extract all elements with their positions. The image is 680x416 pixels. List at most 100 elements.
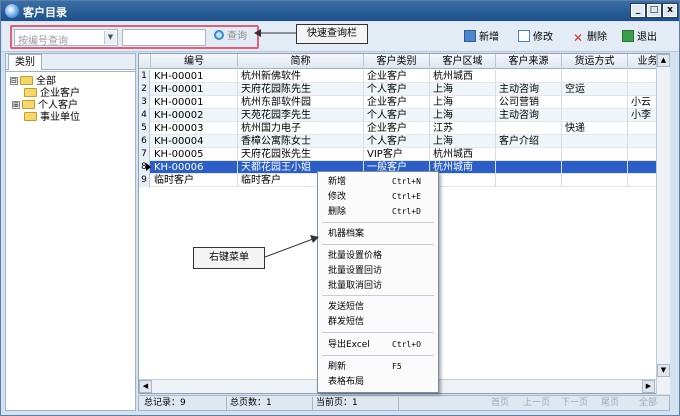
cell-region[interactable]	[430, 174, 496, 187]
cell-name[interactable]: 杭州东部软件园	[238, 96, 364, 109]
cell-source[interactable]: 主动咨询	[496, 109, 562, 122]
cell-source[interactable]	[496, 148, 562, 161]
next-page-link[interactable]: 下一页	[561, 397, 588, 410]
scroll-up-icon[interactable]: ▲	[657, 54, 670, 67]
cell-code[interactable]: KH-00006	[151, 161, 238, 174]
cell-region[interactable]: 上海	[430, 109, 496, 122]
cell-region[interactable]: 杭州城南	[430, 161, 496, 174]
delete-button[interactable]: ✕ 删除	[572, 30, 607, 46]
collapse-icon[interactable]: ⊟	[10, 77, 18, 85]
menu-item-export-excel[interactable]: 导出Excel Ctrl+O	[328, 339, 421, 351]
cell-category[interactable]: 个人客户	[364, 109, 430, 122]
cell-code[interactable]: KH-00004	[151, 135, 238, 148]
menu-item-table-layout[interactable]: 表格布局	[328, 376, 364, 388]
cell-shipping[interactable]	[562, 174, 628, 187]
cell-category[interactable]: 个人客户	[364, 135, 430, 148]
table-row[interactable]: 1 KH-00001 杭州新佛软件 企业客户 杭州城西	[139, 70, 669, 83]
cell-shipping[interactable]: 快递	[562, 122, 628, 135]
expand-icon[interactable]: ⊞	[12, 101, 20, 109]
cell-code[interactable]: KH-00003	[151, 122, 238, 135]
column-header-name[interactable]: 简称	[238, 54, 364, 69]
menu-item-batch-price[interactable]: 批量设置价格	[328, 250, 382, 262]
cell-category[interactable]: 企业客户	[364, 96, 430, 109]
cell-region[interactable]: 杭州城西	[430, 148, 496, 161]
table-row[interactable]: 2 KH-00001 天府花园陈先生 个人客户 上海 主动咨询 空运	[139, 83, 669, 96]
table-row[interactable]: 7 KH-00005 天府花园张先生 VIP客户 杭州城西	[139, 148, 669, 161]
tree-node-personal[interactable]: ⊞ 个人客户	[12, 100, 78, 112]
column-header-category[interactable]: 客户类别	[364, 54, 430, 69]
cell-name[interactable]: 香樟公寓陈女士	[238, 135, 364, 148]
cell-name[interactable]: 杭州新佛软件	[238, 70, 364, 83]
tree-node-institution[interactable]: 事业单位	[24, 112, 80, 124]
cell-region[interactable]: 上海	[430, 83, 496, 96]
tree-node-enterprise[interactable]: 企业客户	[24, 88, 80, 100]
cell-region[interactable]: 江苏	[430, 122, 496, 135]
cell-shipping[interactable]	[562, 109, 628, 122]
tree-node-all[interactable]: ⊟ 全部	[10, 76, 56, 88]
table-row[interactable]: 5 KH-00003 杭州国力电子 企业客户 江苏 快递	[139, 122, 669, 135]
menu-item-delete[interactable]: 删除 Ctrl+D	[328, 206, 421, 218]
column-header-region[interactable]: 客户区域	[430, 54, 496, 69]
cell-category[interactable]: 个人客户	[364, 83, 430, 96]
maximize-button[interactable]: □	[646, 3, 662, 18]
menu-item-edit[interactable]: 修改 Ctrl+E	[328, 191, 421, 203]
close-button[interactable]: x	[662, 3, 678, 18]
chevron-down-icon[interactable]: ▼	[104, 31, 116, 44]
cell-code[interactable]: KH-00001	[151, 83, 238, 96]
cell-category[interactable]: 企业客户	[364, 122, 430, 135]
menu-item-batch-followup[interactable]: 批量设置回访	[328, 265, 382, 277]
cell-code[interactable]: KH-00001	[151, 70, 238, 83]
cell-shipping[interactable]: 空运	[562, 83, 628, 96]
edit-button[interactable]: 修改	[518, 30, 553, 46]
cell-region[interactable]: 上海	[430, 96, 496, 109]
column-header-code[interactable]: 编号	[151, 54, 238, 69]
cell-shipping[interactable]	[562, 148, 628, 161]
cell-region[interactable]: 杭州城西	[430, 70, 496, 83]
minimize-button[interactable]: _	[630, 3, 646, 18]
menu-item-machine-file[interactable]: 机器档案	[328, 228, 364, 240]
cell-shipping[interactable]	[562, 135, 628, 148]
cell-source[interactable]	[496, 122, 562, 135]
cell-code[interactable]: KH-00002	[151, 109, 238, 122]
cell-source[interactable]: 主动咨询	[496, 83, 562, 96]
menu-item-refresh[interactable]: 刷新 F5	[328, 361, 402, 373]
table-row[interactable]: 6 KH-00004 香樟公寓陈女士 个人客户 上海 客户介绍	[139, 135, 669, 148]
menu-item-batch-cancel-followup[interactable]: 批量取消回访	[328, 280, 382, 292]
cell-source[interactable]	[496, 70, 562, 83]
last-page-link[interactable]: 尾页	[601, 397, 619, 410]
cell-category[interactable]: VIP客户	[364, 148, 430, 161]
exit-button[interactable]: 退出	[622, 30, 657, 46]
tab-category[interactable]: 类别	[8, 54, 42, 70]
vertical-scrollbar[interactable]: ▲ ▼	[656, 54, 670, 394]
table-row[interactable]: 4 KH-00002 天苑花园李先生 个人客户 上海 主动咨询 小李	[139, 109, 669, 122]
scroll-down-icon[interactable]: ▼	[657, 364, 670, 377]
cell-name[interactable]: 杭州国力电子	[238, 122, 364, 135]
cell-shipping[interactable]	[562, 96, 628, 109]
scroll-left-icon[interactable]: ◀	[139, 380, 152, 393]
title-bar[interactable]: 客户目录 _ □ x	[1, 1, 679, 21]
cell-shipping[interactable]	[562, 70, 628, 83]
search-input[interactable]	[122, 29, 206, 46]
search-button[interactable]: 查询	[214, 28, 256, 46]
add-button[interactable]: 新增	[464, 30, 499, 46]
cell-source[interactable]: 客户介绍	[496, 135, 562, 148]
column-header-shipping[interactable]: 货运方式	[562, 54, 628, 69]
scroll-right-icon[interactable]: ▶	[642, 380, 655, 393]
menu-item-add[interactable]: 新增 Ctrl+N	[328, 176, 421, 188]
cell-shipping[interactable]	[562, 161, 628, 174]
cell-category[interactable]: 企业客户	[364, 70, 430, 83]
cell-source[interactable]	[496, 174, 562, 187]
cell-name[interactable]: 天府花园陈先生	[238, 83, 364, 96]
first-page-link[interactable]: 首页	[491, 397, 509, 410]
cell-code[interactable]: 临时客户	[151, 174, 238, 187]
menu-item-mass-sms[interactable]: 群发短信	[328, 316, 364, 328]
cell-name[interactable]: 天苑花园李先生	[238, 109, 364, 122]
cell-code[interactable]: KH-00005	[151, 148, 238, 161]
cell-code[interactable]: KH-00001	[151, 96, 238, 109]
table-row[interactable]: 3 KH-00001 杭州东部软件园 企业客户 上海 公司营销 小云	[139, 96, 669, 109]
column-header-source[interactable]: 客户来源	[496, 54, 562, 69]
cell-name[interactable]: 天府花园张先生	[238, 148, 364, 161]
menu-item-send-sms[interactable]: 发送短信	[328, 301, 364, 313]
all-link[interactable]: 全部	[639, 397, 657, 410]
cell-source[interactable]: 公司营销	[496, 96, 562, 109]
